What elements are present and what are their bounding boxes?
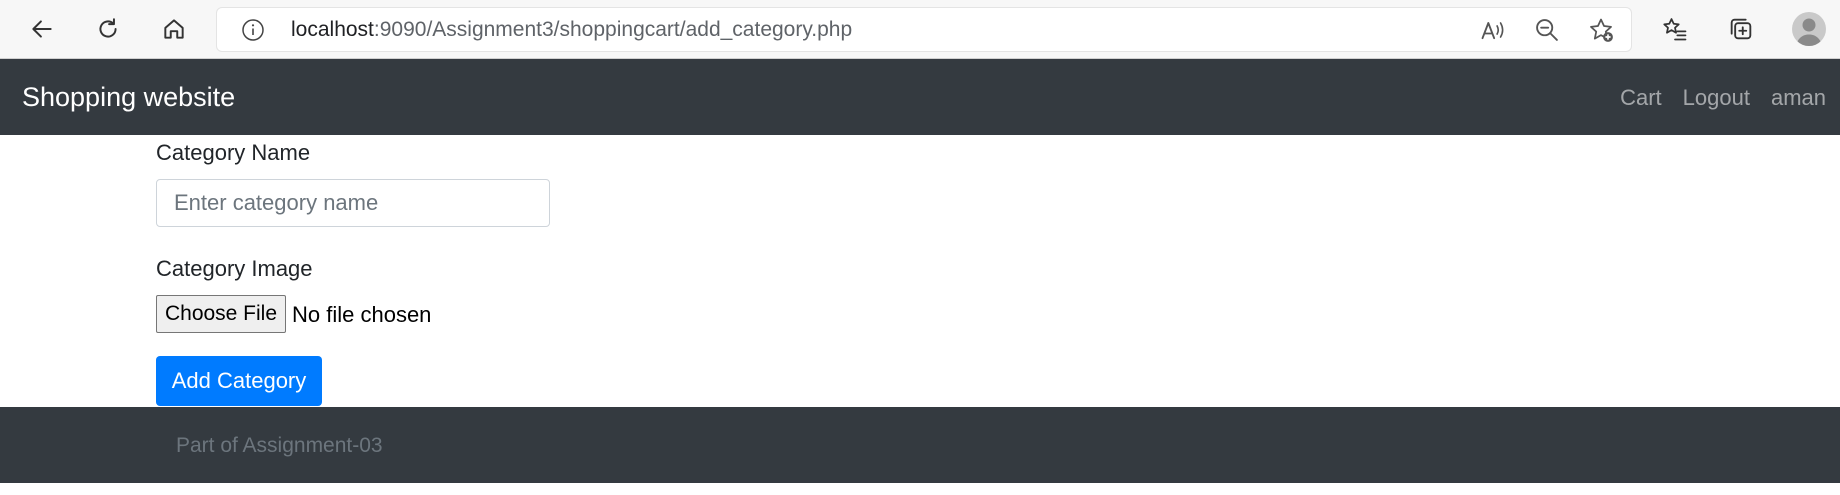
url-path: :9090/Assignment3/shoppingcart/add_categ… [373,18,853,41]
footer-text: Part of Assignment-03 [176,434,383,457]
zoom-out-icon[interactable] [1533,16,1561,44]
choose-file-button[interactable]: Choose File [156,295,286,333]
favorites-list-icon [1663,18,1687,41]
add-favorite-icon[interactable] [1587,16,1615,44]
add-category-button[interactable]: Add Category [156,356,322,406]
category-name-input[interactable] [156,179,550,227]
read-aloud-icon[interactable] [1479,16,1507,44]
category-name-label: Category Name [156,140,311,165]
back-arrow-icon [32,20,52,38]
nav-link-cart[interactable]: Cart [1620,85,1662,111]
site-navbar: Shopping website Cart Logout aman [0,59,1840,135]
nav-link-logout[interactable]: Logout [1683,85,1750,111]
home-icon [164,19,184,39]
info-icon[interactable] [241,18,265,42]
add-category-form: Category Name Category Image Choose File… [0,135,1840,407]
site-footer: Part of Assignment-03 [0,407,1840,483]
favorites-button[interactable] [1658,12,1692,46]
file-status-text: No file chosen [292,302,432,327]
collections-button[interactable] [1724,12,1758,46]
refresh-button[interactable] [88,9,128,49]
refresh-icon [99,18,117,38]
site-brand[interactable]: Shopping website [22,82,235,113]
url-host: localhost [291,18,374,41]
home-button[interactable] [154,9,194,49]
browser-toolbar: localhost:9090/Assignment3/shoppingcart/… [0,0,1840,59]
nav-links: Cart Logout aman [1620,85,1826,111]
collections-icon [1730,18,1752,40]
profile-avatar[interactable] [1792,12,1826,46]
back-button[interactable] [22,9,62,49]
nav-link-user[interactable]: aman [1771,85,1826,111]
category-image-label: Category Image [156,256,313,281]
address-bar[interactable]: localhost:9090/Assignment3/shoppingcart/… [216,7,1632,52]
url-text[interactable]: localhost:9090/Assignment3/shoppingcart/… [291,18,852,42]
user-icon [1796,18,1822,46]
